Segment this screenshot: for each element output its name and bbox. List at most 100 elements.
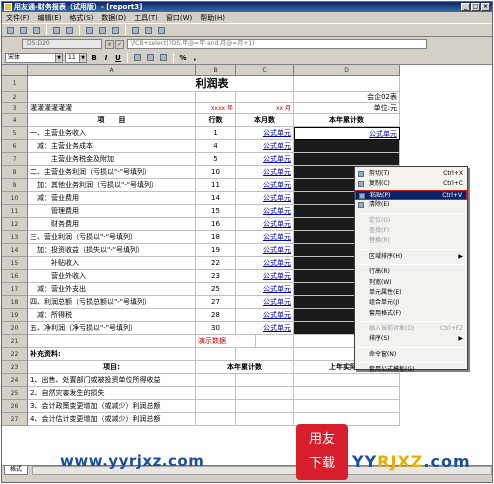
row-header[interactable]: 24 [2, 374, 28, 387]
close-button[interactable]: × [481, 3, 490, 11]
cell-d[interactable] [294, 140, 400, 153]
cell-b[interactable]: 23 [196, 270, 236, 283]
context-menu-item[interactable]: 行高(R) [355, 267, 467, 277]
cell-c[interactable]: 公式单元 [236, 244, 294, 257]
cell-c[interactable]: 公式单元 [236, 166, 294, 179]
cell-a[interactable]: 1、出售、处置部门或被投资单位所得收益 [28, 374, 196, 387]
cell-reference-box[interactable]: D5:D20 [22, 39, 102, 49]
row-header[interactable]: 2 [2, 92, 28, 103]
cell-b[interactable]: 30 [196, 322, 236, 335]
context-menu-item[interactable]: 命令窗(N) [355, 350, 467, 360]
row-header[interactable]: 27 [2, 413, 28, 426]
row-header[interactable]: 15 [2, 257, 28, 270]
cell-a[interactable]: 项目: [28, 361, 196, 374]
cell-c[interactable]: 公式单元 [236, 179, 294, 192]
cell-b[interactable] [196, 374, 236, 387]
underline-button[interactable]: U [113, 53, 123, 63]
context-menu-item[interactable]: 清除(E) [355, 200, 467, 210]
cell-a[interactable] [28, 335, 196, 348]
context-menu-item[interactable]: 剪切(T) Ctrl+X [355, 169, 467, 179]
context-menu-item[interactable]: 列宽(W) [355, 278, 467, 288]
context-menu-item[interactable]: 单元属性(E) [355, 288, 467, 298]
column-header-a[interactable]: A [28, 65, 196, 76]
menu-format[interactable]: 格式(S) [69, 13, 93, 23]
print-icon[interactable] [51, 25, 62, 35]
context-menu-item[interactable]: 区域排序(H) ▶ [355, 252, 467, 262]
row-header[interactable]: 25 [2, 387, 28, 400]
cell-b[interactable]: 28 [196, 309, 236, 322]
cell-c[interactable]: 公式单元 [236, 283, 294, 296]
menu-file[interactable]: 文件(F) [6, 13, 30, 23]
row-header[interactable]: 16 [2, 270, 28, 283]
cell-b[interactable]: 22 [196, 257, 236, 270]
cell-c[interactable] [236, 400, 294, 413]
cell-b[interactable]: 16 [196, 218, 236, 231]
cell-c[interactable]: xx 月 [236, 103, 294, 114]
align-left-icon[interactable] [132, 53, 143, 63]
row-header[interactable]: 26 [2, 400, 28, 413]
preview-icon[interactable] [64, 25, 75, 35]
cell-b[interactable]: 19 [196, 244, 236, 257]
new-file-icon[interactable] [5, 25, 16, 35]
chart-icon[interactable] [143, 25, 154, 35]
cell-c[interactable]: 公式单元 [236, 309, 294, 322]
cell-c[interactable]: 公式单元 [236, 218, 294, 231]
cell-a[interactable]: 加：投资收益（损失以"-"号填列） [28, 244, 196, 257]
cell-d[interactable] [294, 387, 400, 400]
cell-a[interactable]: 财务费用 [28, 218, 196, 231]
row-header[interactable]: 10 [2, 192, 28, 205]
context-menu-item[interactable]: 套用格式(F) [355, 309, 467, 319]
cell-c[interactable]: 公式单元 [236, 231, 294, 244]
context-menu-item[interactable]: 粘贴(P) Ctrl+V [355, 189, 467, 201]
menu-data[interactable]: 数据(D) [101, 13, 126, 23]
formula-input[interactable]: \fCB+select(?D5,年@=年 and 月@=月+1) [127, 39, 427, 49]
cell-b[interactable]: 14 [196, 192, 236, 205]
cell-b[interactable] [196, 387, 236, 400]
cell-d[interactable] [294, 374, 400, 387]
menu-tools[interactable]: 工具(T) [134, 13, 158, 23]
cell-b[interactable]: 11 [196, 179, 236, 192]
row-header[interactable]: 22 [2, 348, 28, 361]
context-menu-item[interactable]: 复制(C) Ctrl+C [355, 179, 467, 189]
cell-b[interactable]: 行数 [196, 114, 236, 127]
cell-c[interactable] [236, 335, 294, 348]
cell-b[interactable]: 27 [196, 296, 236, 309]
cell-a[interactable]: 减：所得税 [28, 309, 196, 322]
row-header[interactable]: 4 [2, 114, 28, 127]
corner-header[interactable] [2, 65, 28, 76]
bold-button[interactable]: B [89, 53, 99, 63]
row-header[interactable]: 7 [2, 153, 28, 166]
cell-a[interactable]: 一、主营业务收入 [28, 127, 196, 140]
menu-window[interactable]: 窗口(W) [166, 13, 192, 23]
row-header[interactable]: 3 [2, 103, 28, 114]
cell-b[interactable] [196, 348, 236, 361]
cell-a[interactable]: 减：主营业务成本 [28, 140, 196, 153]
cell-b[interactable]: 5 [196, 153, 236, 166]
cell-a[interactable]: 三、营业利润（亏损以"-"号填列） [28, 231, 196, 244]
cell-d[interactable]: 本年累计数 [294, 114, 400, 127]
cell-b[interactable]: 利润表 [162, 76, 262, 92]
cell-a[interactable]: 2、自然灾害发生的损失 [28, 387, 196, 400]
cell-a[interactable]: 3、会计政策变更增加（或减少）利润总额 [28, 400, 196, 413]
paste-icon[interactable] [110, 25, 121, 35]
cell-c[interactable]: 公式单元 [236, 205, 294, 218]
copy-icon[interactable] [97, 25, 108, 35]
cell-b[interactable]: 10 [196, 166, 236, 179]
cell-b[interactable] [196, 92, 236, 103]
row-header[interactable]: 23 [2, 361, 28, 374]
font-select[interactable]: 宋体 ▼ [5, 52, 63, 63]
cell-d[interactable] [294, 76, 400, 92]
cell-a[interactable]: 加：其他业务利润（亏损以"-"号填列） [28, 179, 196, 192]
help-icon[interactable] [156, 25, 167, 35]
menu-help[interactable]: 帮助(H) [200, 13, 225, 23]
row-header[interactable]: 8 [2, 166, 28, 179]
align-center-icon[interactable] [145, 53, 156, 63]
row-header[interactable]: 11 [2, 205, 28, 218]
column-header-d[interactable]: D [294, 65, 400, 76]
cell-c[interactable]: 公式单元 [236, 296, 294, 309]
cell-c[interactable]: 公式单元 [236, 127, 294, 140]
cell-b[interactable] [196, 413, 236, 426]
cell-a[interactable]: 减：营业外支出 [28, 283, 196, 296]
cell-c[interactable]: 公式单元 [236, 270, 294, 283]
cell-c[interactable]: 公式单元 [236, 192, 294, 205]
